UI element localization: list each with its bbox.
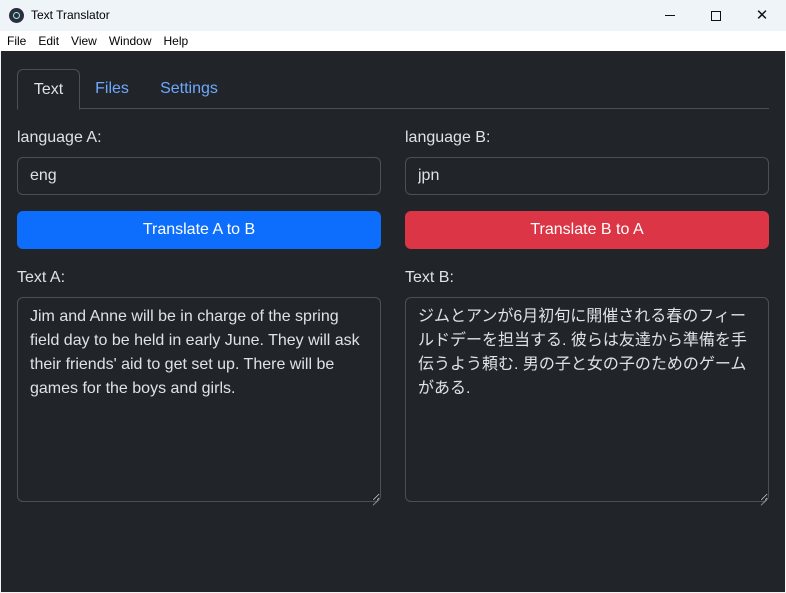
text-b-textarea[interactable]: ジムとアンが6月初旬に開催される春のフィールドデーを担当する. 彼らは友達から準…	[405, 297, 769, 502]
language-a-label: language A:	[17, 129, 102, 146]
text-b-label: Text B:	[405, 269, 454, 286]
menu-help[interactable]: Help	[164, 34, 189, 48]
text-a-resize-handle[interactable]	[371, 492, 379, 500]
menu-bar: File Edit View Window Help	[0, 31, 786, 51]
language-a-input[interactable]	[17, 157, 381, 195]
tab-settings[interactable]: Settings	[145, 69, 233, 109]
language-b-label: language B:	[405, 129, 491, 146]
text-a-textarea[interactable]: Jim and Anne will be in charge of the sp…	[17, 297, 381, 502]
menu-window[interactable]: Window	[109, 34, 152, 48]
minimize-button[interactable]	[647, 0, 693, 31]
menu-file[interactable]: File	[7, 34, 26, 48]
window-title: Text Translator	[31, 8, 110, 22]
translate-b-to-a-button[interactable]: Translate B to A	[405, 211, 769, 249]
tab-text[interactable]: Text	[17, 69, 80, 110]
minimize-icon	[665, 15, 675, 16]
maximize-button[interactable]	[693, 0, 739, 31]
title-bar: Text Translator ✕	[0, 0, 786, 31]
menu-edit[interactable]: Edit	[38, 34, 59, 48]
text-a-label: Text A:	[17, 269, 66, 286]
main-content: Text Files Settings language A: language…	[1, 51, 785, 592]
tab-bar: Text Files Settings	[17, 69, 769, 110]
menu-view[interactable]: View	[71, 34, 97, 48]
tab-files[interactable]: Files	[81, 69, 143, 109]
app-icon	[9, 8, 24, 23]
close-icon: ✕	[755, 7, 769, 24]
close-button[interactable]: ✕	[739, 0, 785, 31]
text-b-resize-handle[interactable]	[759, 492, 767, 500]
maximize-icon	[711, 10, 721, 21]
translate-a-to-b-button[interactable]: Translate A to B	[17, 211, 381, 249]
language-b-input[interactable]	[405, 157, 769, 195]
